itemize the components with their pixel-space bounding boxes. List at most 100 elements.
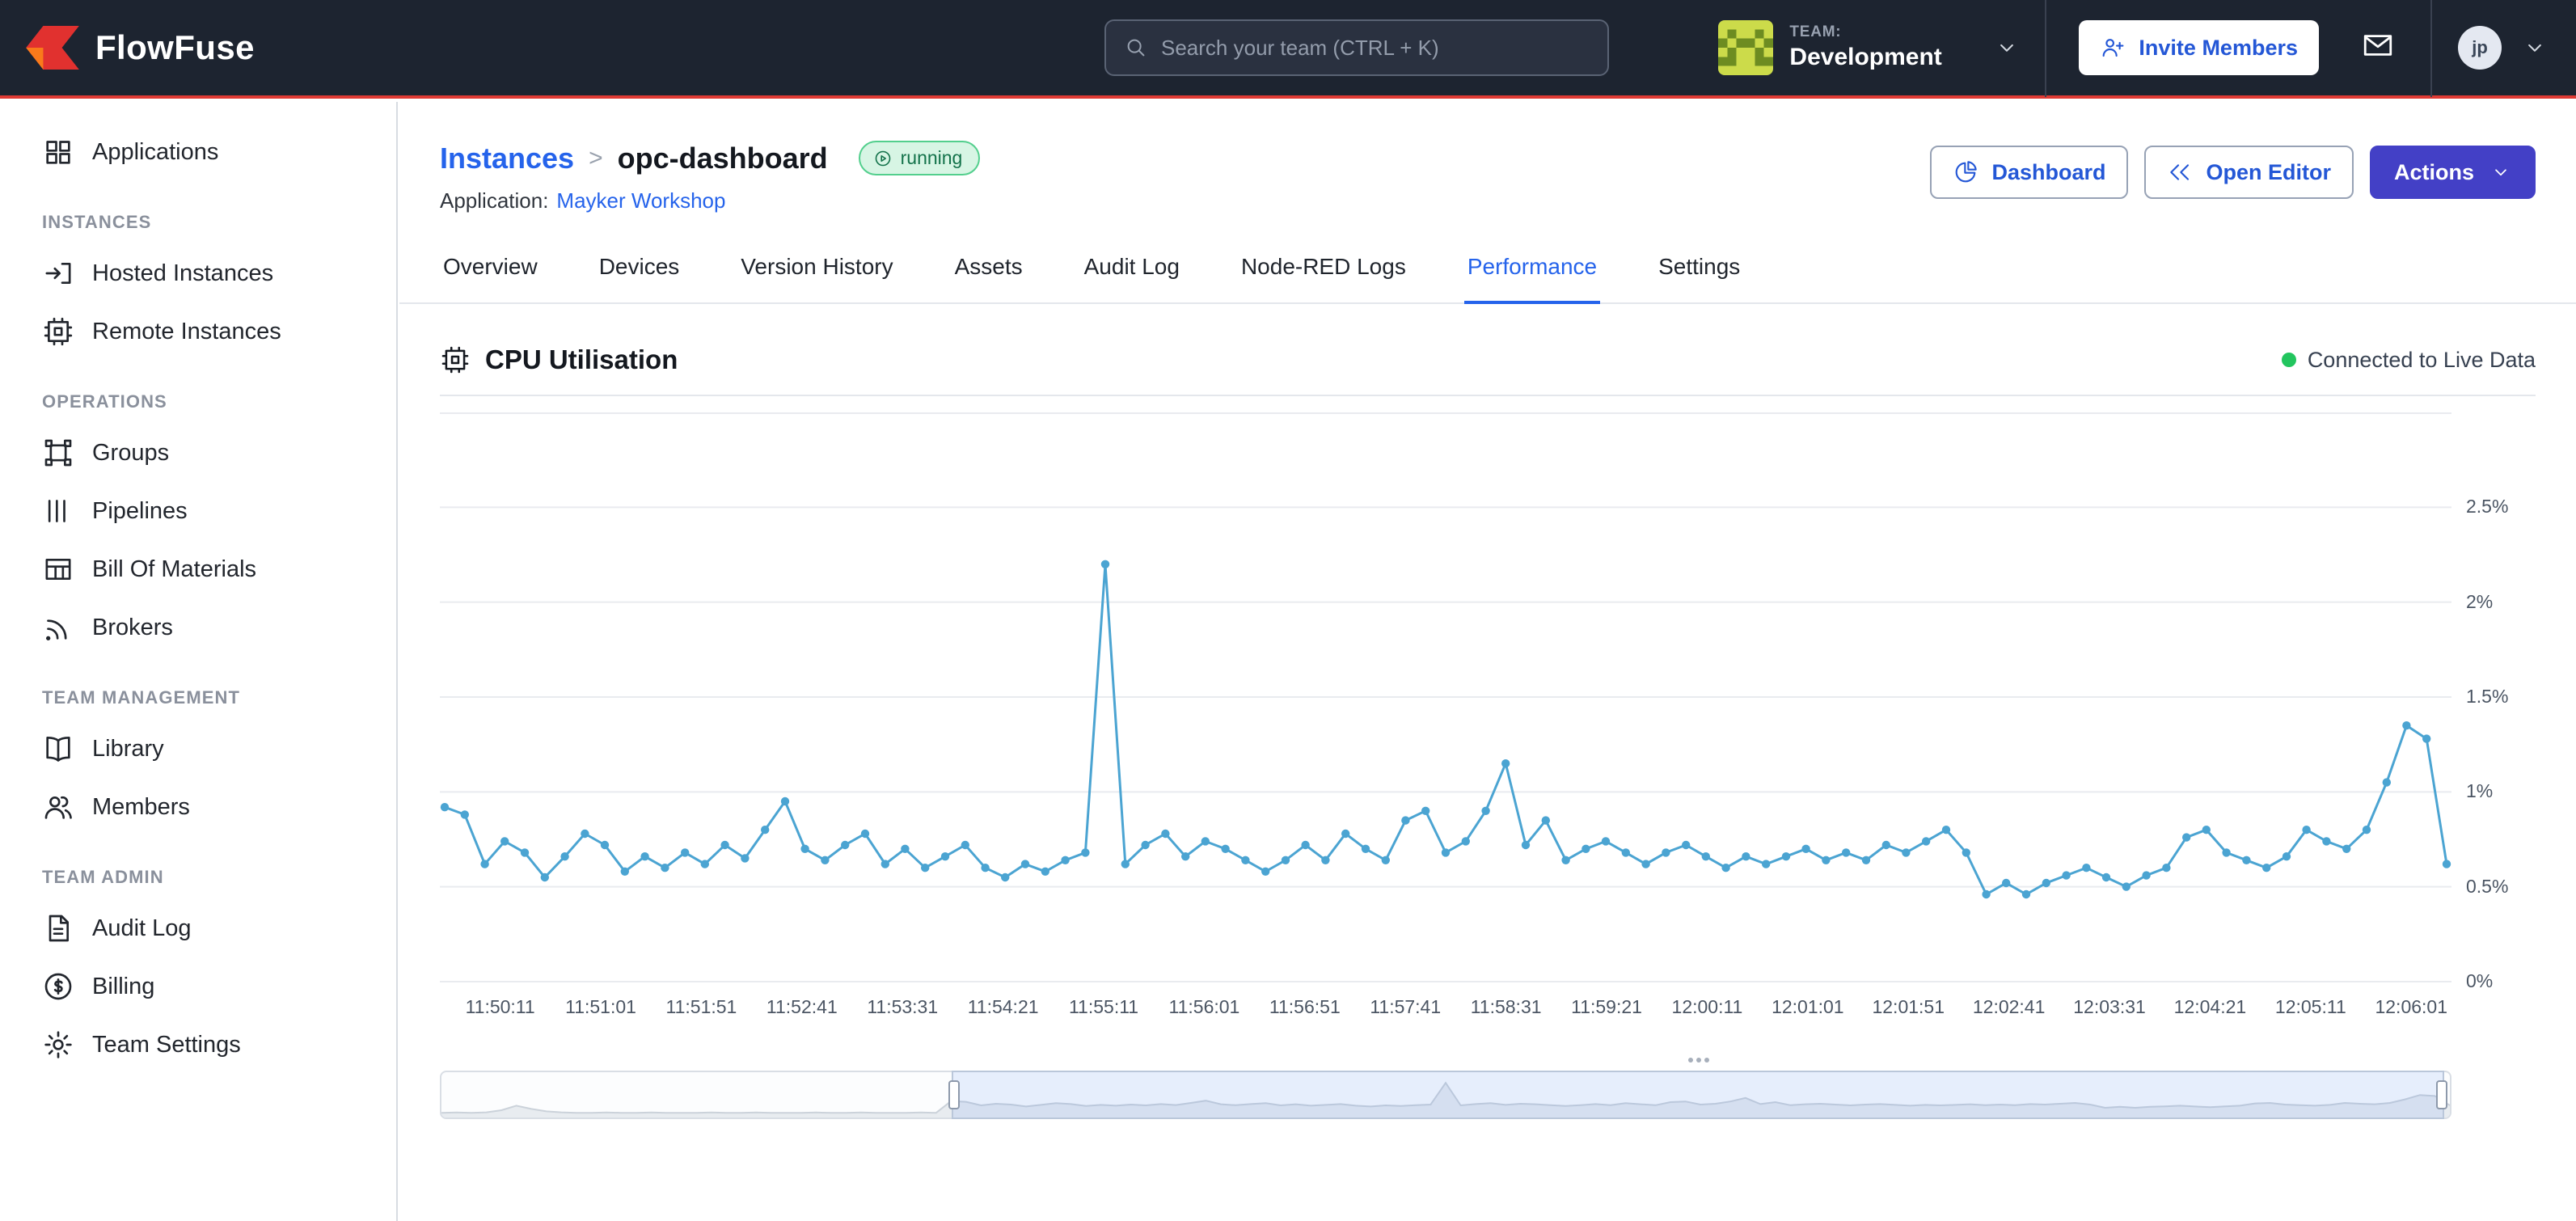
y-tick-label: 1% xyxy=(2466,780,2493,802)
y-tick-label: 1.5% xyxy=(2466,686,2508,708)
x-tick-label: 11:59:21 xyxy=(1571,996,1642,1018)
x-tick-label: 11:50:11 xyxy=(466,996,535,1018)
sidebar-item-library[interactable]: Library xyxy=(0,720,396,778)
x-tick-label: 11:57:41 xyxy=(1370,996,1441,1018)
user-menu[interactable]: jp xyxy=(2432,0,2576,95)
sidebar: Applications INSTANCES Hosted Instances Re… xyxy=(0,102,398,1221)
search-input[interactable] xyxy=(1161,36,1607,61)
sidebar-section-title: INSTANCES xyxy=(0,181,396,244)
status-badge: running xyxy=(859,141,981,175)
notifications-button[interactable] xyxy=(2351,28,2430,68)
y-axis-labels: 0%0.5%1%1.5%2%2.5% xyxy=(2451,412,2536,982)
x-tick-label: 12:03:31 xyxy=(2073,996,2146,1018)
page-actions: Dashboard Open Editor Actions xyxy=(1930,146,2536,199)
open-editor-button[interactable]: Open Editor xyxy=(2144,146,2354,199)
members-icon xyxy=(42,791,74,823)
sidebar-item-label: Hosted Instances xyxy=(92,260,273,287)
x-tick-label: 12:05:11 xyxy=(2275,996,2346,1018)
editor-icon xyxy=(2167,159,2193,185)
application-line: Application: Mayker Workshop xyxy=(440,188,980,213)
sidebar-item-billing[interactable]: Billing xyxy=(0,957,396,1016)
cpu-icon xyxy=(440,344,471,375)
application-link[interactable]: Mayker Workshop xyxy=(556,188,725,213)
main-content: Instances > opc-dashboard running Applic… xyxy=(399,102,2576,1221)
tab-bar: Overview Devices Version History Assets Audi… xyxy=(399,251,2576,304)
topbar-right: TEAM: Development Invite Members jp xyxy=(1692,0,2576,95)
x-tick-label: 12:04:21 xyxy=(2174,996,2247,1018)
live-status-dot xyxy=(2282,353,2296,367)
tab-assets[interactable]: Assets xyxy=(952,251,1026,302)
flowfuse-logo-icon xyxy=(26,26,79,70)
actions-button[interactable]: Actions xyxy=(2370,146,2536,199)
sidebar-item-hosted-instances[interactable]: Hosted Instances xyxy=(0,244,396,302)
x-tick-label: 12:02:41 xyxy=(1973,996,2046,1018)
brush-selection[interactable] xyxy=(952,1071,2444,1119)
dashboard-button[interactable]: Dashboard xyxy=(1930,146,2128,199)
invite-members-button[interactable]: Invite Members xyxy=(2079,20,2319,75)
sidebar-item-label: Audit Log xyxy=(92,915,192,942)
tab-performance[interactable]: Performance xyxy=(1464,251,1600,304)
sidebar-item-label: Groups xyxy=(92,440,169,467)
remote-instances-icon xyxy=(42,315,74,348)
bill-of-materials-icon xyxy=(42,553,74,585)
pipelines-icon xyxy=(42,495,74,527)
x-tick-label: 11:52:41 xyxy=(766,996,838,1018)
tab-version-history[interactable]: Version History xyxy=(737,251,896,302)
sidebar-item-applications[interactable]: Applications xyxy=(0,123,396,181)
y-tick-label: 0.5% xyxy=(2466,876,2508,898)
sidebar-item-pipelines[interactable]: Pipelines xyxy=(0,482,396,540)
tab-settings[interactable]: Settings xyxy=(1655,251,1743,302)
sidebar-item-label: Applications xyxy=(92,139,218,166)
sidebar-section-title: TEAM MANAGEMENT xyxy=(0,657,396,720)
x-tick-label: 11:53:31 xyxy=(867,996,938,1018)
hosted-instances-icon xyxy=(42,257,74,289)
envelope-icon xyxy=(2361,28,2395,68)
actions-button-label: Actions xyxy=(2394,160,2474,185)
user-plus-icon xyxy=(2100,35,2126,61)
sidebar-item-bill-of-materials[interactable]: Bill Of Materials xyxy=(0,540,396,598)
page-header: Instances > opc-dashboard running Applic… xyxy=(440,141,2536,213)
tab-devices[interactable]: Devices xyxy=(596,251,683,302)
sidebar-item-audit-log[interactable]: Audit Log xyxy=(0,899,396,957)
sidebar-item-label: Team Settings xyxy=(92,1032,241,1058)
tab-overview[interactable]: Overview xyxy=(440,251,541,302)
x-tick-label: 12:06:01 xyxy=(2375,996,2447,1018)
team-selector[interactable]: TEAM: Development xyxy=(1692,0,2045,95)
breadcrumb-instances-link[interactable]: Instances xyxy=(440,142,574,175)
x-tick-label: 11:51:51 xyxy=(666,996,737,1018)
chevron-down-icon xyxy=(1995,36,2019,60)
sidebar-item-label: Brokers xyxy=(92,615,173,641)
x-tick-label: 11:54:21 xyxy=(968,996,1039,1018)
x-tick-label: 12:00:11 xyxy=(1672,996,1743,1018)
x-tick-label: 11:56:01 xyxy=(1169,996,1240,1018)
page-title: opc-dashboard xyxy=(618,142,828,175)
chevron-down-icon xyxy=(2523,36,2547,60)
sidebar-item-team-settings[interactable]: Team Settings xyxy=(0,1016,396,1074)
team-settings-icon xyxy=(42,1029,74,1061)
tab-node-red-logs[interactable]: Node-RED Logs xyxy=(1238,251,1409,302)
sidebar-item-remote-instances[interactable]: Remote Instances xyxy=(0,302,396,361)
y-tick-label: 2% xyxy=(2466,591,2493,613)
brush-grip-handle[interactable] xyxy=(1696,1058,1701,1063)
tab-audit-log[interactable]: Audit Log xyxy=(1081,251,1183,302)
chart-brush[interactable] xyxy=(440,1071,2451,1119)
search-icon xyxy=(1124,36,1148,60)
sidebar-item-brokers[interactable]: Brokers xyxy=(0,598,396,657)
sidebar-item-label: Bill Of Materials xyxy=(92,556,256,583)
flowfuse-logo[interactable]: FlowFuse xyxy=(26,26,255,70)
sidebar-item-members[interactable]: Members xyxy=(0,778,396,836)
sidebar-section-title: OPERATIONS xyxy=(0,361,396,424)
open-editor-button-label: Open Editor xyxy=(2206,160,2331,185)
sidebar-item-label: Pipelines xyxy=(92,498,188,525)
breadcrumb: Instances > opc-dashboard running xyxy=(440,141,980,175)
pie-chart-icon xyxy=(1953,159,1978,185)
live-status: Connected to Live Data xyxy=(2282,348,2536,373)
sidebar-item-groups[interactable]: Groups xyxy=(0,424,396,482)
y-tick-label: 0% xyxy=(2466,970,2493,992)
team-label: TEAM: xyxy=(1789,23,1941,42)
breadcrumb-separator: > xyxy=(589,145,603,172)
brokers-icon xyxy=(42,611,74,644)
x-tick-label: 12:01:01 xyxy=(1772,996,1844,1018)
logo-text: FlowFuse xyxy=(95,28,255,67)
x-axis-labels: 11:50:1111:51:0111:51:5111:52:4111:53:31… xyxy=(440,993,2451,1029)
